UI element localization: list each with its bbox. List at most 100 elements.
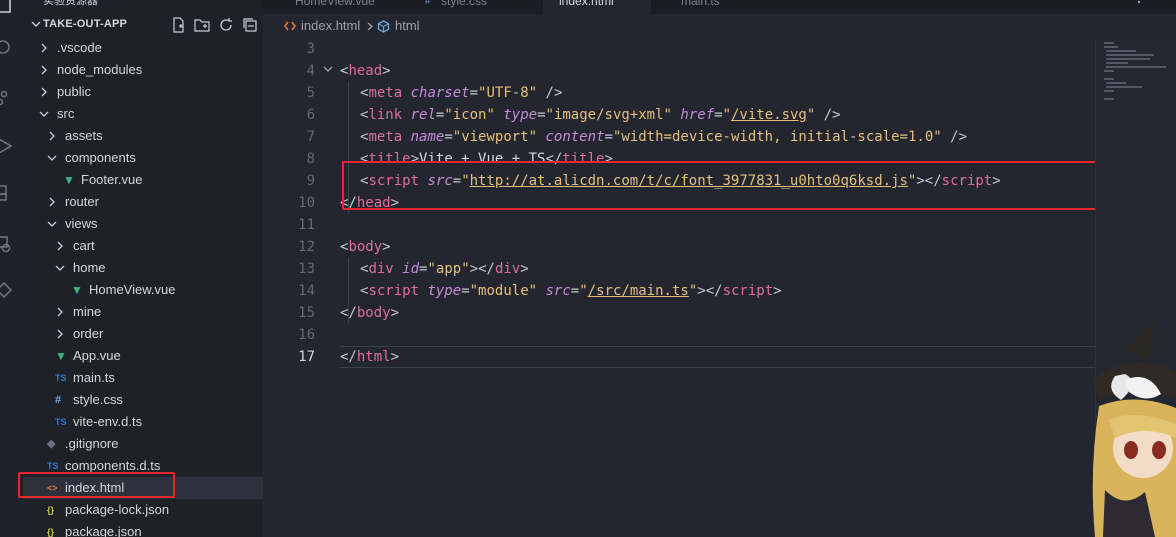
more-actions-icon[interactable] xyxy=(1133,0,1145,8)
chevron-right-icon xyxy=(49,131,55,141)
tree-item-label: src xyxy=(57,106,75,121)
tab-bar: HomeView.vue # style.css index.html main… xyxy=(263,0,1176,14)
css-file-icon: # xyxy=(425,0,431,7)
git-graph-activity-icon[interactable] xyxy=(0,276,23,304)
vue-file-icon: ▼ xyxy=(63,173,75,187)
project-name: TAKE-OUT-APP xyxy=(43,18,128,30)
highlight-box-code xyxy=(342,161,1101,210)
folder-item[interactable]: components xyxy=(23,147,263,169)
file-item[interactable]: ◆ .gitignore xyxy=(23,433,263,455)
tree-item-label: home xyxy=(73,260,106,275)
tab-label: index.html xyxy=(559,0,614,8)
collapse-all-icon[interactable] xyxy=(242,17,258,33)
project-header[interactable]: TAKE-OUT-APP xyxy=(23,14,263,36)
line-number: 13 xyxy=(298,261,315,277)
tree-item-label: cart xyxy=(73,238,95,253)
line-number: 4 xyxy=(306,63,315,79)
code-editor[interactable]: 3 4 5 6 7 8 9 10 11 12 13 14 15 16 17 <head> <meta cha… xyxy=(263,38,1095,537)
line-number: 16 xyxy=(298,327,315,343)
vue-file-icon: ▼ xyxy=(71,283,83,297)
html-file-icon xyxy=(284,21,296,31)
refresh-icon[interactable] xyxy=(218,17,234,33)
tree-item-label: components xyxy=(65,150,136,165)
tree-item-label: node_modules xyxy=(57,62,143,77)
chevron-down-icon xyxy=(47,155,57,161)
source-control-activity-icon[interactable] xyxy=(0,84,23,112)
file-item[interactable]: TS main.ts xyxy=(23,367,263,389)
code-line-15: </body> xyxy=(340,305,400,321)
folder-item[interactable]: cart xyxy=(23,235,263,257)
run-debug-activity-icon[interactable] xyxy=(0,132,23,160)
tree-item-label: components.d.ts xyxy=(65,458,161,473)
tab-style-css[interactable]: # style.css xyxy=(415,0,535,14)
folder-item[interactable]: views xyxy=(23,213,263,235)
tree-item-label: main.ts xyxy=(73,370,115,385)
file-item[interactable]: TS vite-env.d.ts xyxy=(23,411,263,433)
file-item[interactable]: # style.css xyxy=(23,389,263,411)
tab-main-ts[interactable]: main.ts xyxy=(655,0,765,14)
activity-bar xyxy=(0,0,23,537)
line-number: 17 xyxy=(298,349,315,365)
extensions-activity-icon[interactable] xyxy=(0,178,23,206)
tree-item-label: HomeView.vue xyxy=(89,282,176,297)
tab-homeview[interactable]: HomeView.vue xyxy=(275,0,415,14)
code-line-17: </html> xyxy=(340,349,400,365)
line-number: 7 xyxy=(306,129,315,145)
line-number: 3 xyxy=(306,41,315,57)
folder-item[interactable]: order xyxy=(23,323,263,345)
line-number: 11 xyxy=(298,217,315,233)
chevron-right-icon xyxy=(57,329,63,339)
file-item[interactable]: ▼ App.vue xyxy=(23,345,263,367)
search-activity-icon[interactable] xyxy=(0,34,23,62)
typescript-file-icon: TS xyxy=(55,417,67,427)
folder-item[interactable]: mine xyxy=(23,301,263,323)
tree-item-label: .vscode xyxy=(57,40,102,55)
vue-file-icon: ▼ xyxy=(55,349,67,363)
line-number: 10 xyxy=(298,195,315,211)
chevron-down-icon xyxy=(47,221,57,227)
git-file-icon: ◆ xyxy=(47,438,56,450)
tree-item-label: router xyxy=(65,194,99,209)
code-line-7: <meta name="viewport" content="width=dev… xyxy=(360,129,967,145)
typescript-file-icon: TS xyxy=(47,461,59,471)
line-number: 5 xyxy=(306,85,315,101)
file-item[interactable]: {} package-lock.json xyxy=(23,499,263,521)
folder-item[interactable]: router xyxy=(23,191,263,213)
remote-explorer-activity-icon[interactable] xyxy=(0,230,23,258)
breadcrumb-file[interactable]: index.html xyxy=(301,18,360,33)
chevron-down-icon xyxy=(55,265,65,271)
folder-item[interactable]: .vscode xyxy=(23,37,263,59)
fold-chevron-icon[interactable] xyxy=(323,60,333,82)
explorer-activity-icon[interactable] xyxy=(0,0,23,28)
code-line-6: <link rel="icon" type="image/svg+xml" hr… xyxy=(360,107,841,123)
tree-item-label: views xyxy=(65,216,98,231)
folder-item[interactable]: home xyxy=(23,257,263,279)
line-number: 14 xyxy=(298,283,315,299)
folder-item[interactable]: node_modules xyxy=(23,59,263,81)
tree-item-label: style.css xyxy=(73,392,123,407)
chevron-down-icon xyxy=(39,111,49,117)
folder-item[interactable]: assets xyxy=(23,125,263,147)
line-number: 8 xyxy=(306,151,315,167)
tab-index-html[interactable]: index.html xyxy=(543,0,651,14)
new-folder-icon[interactable] xyxy=(194,17,210,33)
breadcrumb-symbol[interactable]: html xyxy=(395,18,420,33)
tree-item-label: App.vue xyxy=(73,348,121,363)
decorative-character-sticker xyxy=(1092,320,1176,537)
tree-item-label: Footer.vue xyxy=(81,172,143,187)
tree-item-label: mine xyxy=(73,304,102,319)
new-file-icon[interactable] xyxy=(170,17,186,33)
folder-item[interactable]: src xyxy=(23,103,263,125)
explorer-header: 实验资源器 xyxy=(43,0,98,7)
file-item[interactable]: ▼ Footer.vue xyxy=(23,169,263,191)
line-number: 9 xyxy=(306,173,315,189)
folder-item[interactable]: public xyxy=(23,81,263,103)
json-file-icon: {} xyxy=(47,505,55,515)
tab-label: style.css xyxy=(441,0,488,8)
chevron-right-icon xyxy=(41,43,47,53)
chevron-right-icon xyxy=(367,22,373,31)
file-item[interactable]: {} package.json xyxy=(23,521,263,537)
line-number: 12 xyxy=(298,239,315,255)
tree-item-label: order xyxy=(73,326,104,341)
file-item[interactable]: ▼ HomeView.vue xyxy=(23,279,263,301)
